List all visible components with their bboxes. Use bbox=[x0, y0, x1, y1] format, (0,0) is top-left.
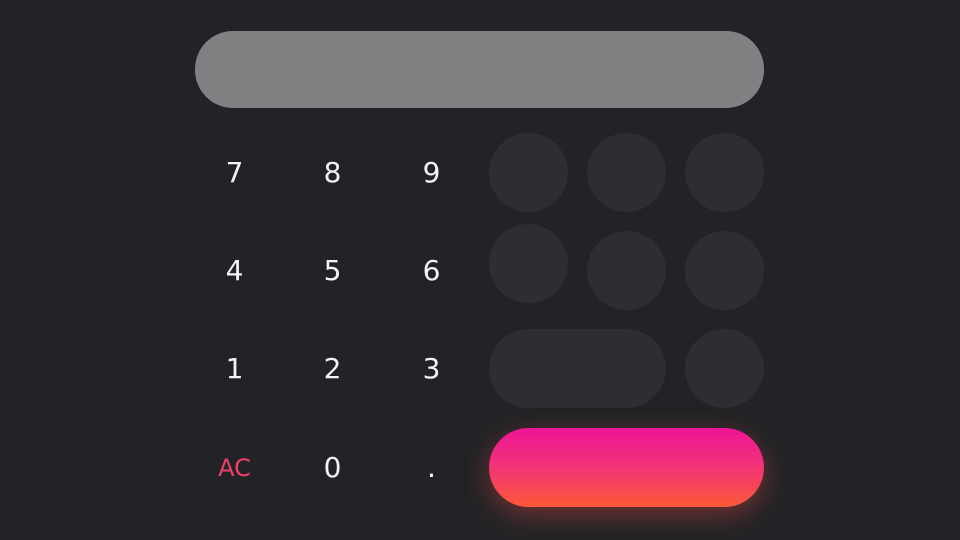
key-6[interactable]: 6 bbox=[392, 231, 471, 310]
operator-key-wide[interactable] bbox=[489, 329, 666, 408]
clear-button[interactable]: AC bbox=[195, 428, 274, 507]
operator-key-row1-col1[interactable] bbox=[489, 133, 568, 212]
operator-key-row3-col3[interactable] bbox=[685, 329, 764, 408]
key-0[interactable]: 0 bbox=[293, 428, 372, 507]
operator-key-row2-col3[interactable] bbox=[685, 231, 764, 310]
operator-key-row2-col1[interactable] bbox=[489, 224, 568, 303]
key-7[interactable]: 7 bbox=[195, 133, 274, 212]
key-4[interactable]: 4 bbox=[195, 231, 274, 310]
key-1[interactable]: 1 bbox=[195, 329, 274, 408]
decimal-key[interactable]: . bbox=[392, 428, 471, 507]
operator-key-row2-col2[interactable] bbox=[587, 231, 666, 310]
equals-button[interactable] bbox=[489, 428, 764, 507]
calculator-display bbox=[195, 31, 764, 108]
operator-key-row1-col2[interactable] bbox=[587, 133, 666, 212]
key-9[interactable]: 9 bbox=[392, 133, 471, 212]
key-8[interactable]: 8 bbox=[293, 133, 372, 212]
key-2[interactable]: 2 bbox=[293, 329, 372, 408]
key-3[interactable]: 3 bbox=[392, 329, 471, 408]
key-5[interactable]: 5 bbox=[293, 231, 372, 310]
operator-key-row1-col3[interactable] bbox=[685, 133, 764, 212]
